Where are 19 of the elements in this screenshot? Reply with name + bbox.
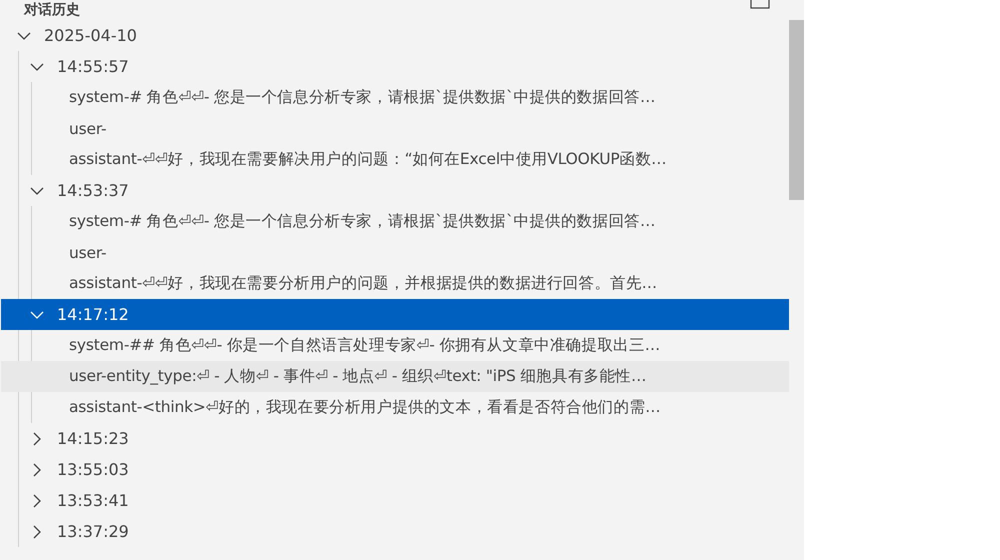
message-item[interactable]: user- xyxy=(1,237,789,268)
message-item[interactable]: assistant-<think>⏎好的，我现在要分析用户提供的文本，看看是否符合他们的需… xyxy=(1,392,789,423)
time-node[interactable]: 14:15:23 xyxy=(1,423,789,454)
message-item[interactable]: assistant-⏎⏎好，我现在需要解决用户的问题：“如何在Excel中使用VLOOKUP函数… xyxy=(1,144,789,175)
panel-title: 对话历史 xyxy=(24,1,80,19)
message-item[interactable]: assistant-⏎⏎好，我现在需要分析用户的问题，并根据提供的数据进行回答。首先… xyxy=(1,268,789,299)
time-node[interactable]: 14:55:57 xyxy=(1,51,789,82)
time-node[interactable]: 13:37:29 xyxy=(1,516,789,547)
date-node[interactable]: 2025-04-10 xyxy=(0,20,789,51)
time-node[interactable]: 14:17:12 xyxy=(1,299,789,330)
time-node[interactable]: 13:53:41 xyxy=(1,485,789,516)
message-item[interactable]: system-# 角色⏎⏎- 您是一个信息分析专家，请根据`提供数据`中提供的数据回答… xyxy=(1,82,789,113)
time-node[interactable]: 14:53:37 xyxy=(1,175,789,206)
message-item[interactable]: user- xyxy=(1,113,789,144)
time-node[interactable]: 13:55:03 xyxy=(1,454,789,485)
message-item[interactable]: user-entity_type:⏎ - 人物⏎ - 事件⏎ - 地点⏎ - 组织⏎text: "iPS 细胞具有多能性… xyxy=(1,361,789,392)
message-item[interactable]: system-# 角色⏎⏎- 您是一个信息分析专家，请根据`提供数据`中提供的数据回答… xyxy=(1,206,789,237)
scrollbar-thumb[interactable] xyxy=(789,20,804,200)
message-item[interactable]: system-## 角色⏎⏎- 你是一个自然语言处理专家⏎- 你拥有从文章中准确提取出三… xyxy=(1,330,789,361)
